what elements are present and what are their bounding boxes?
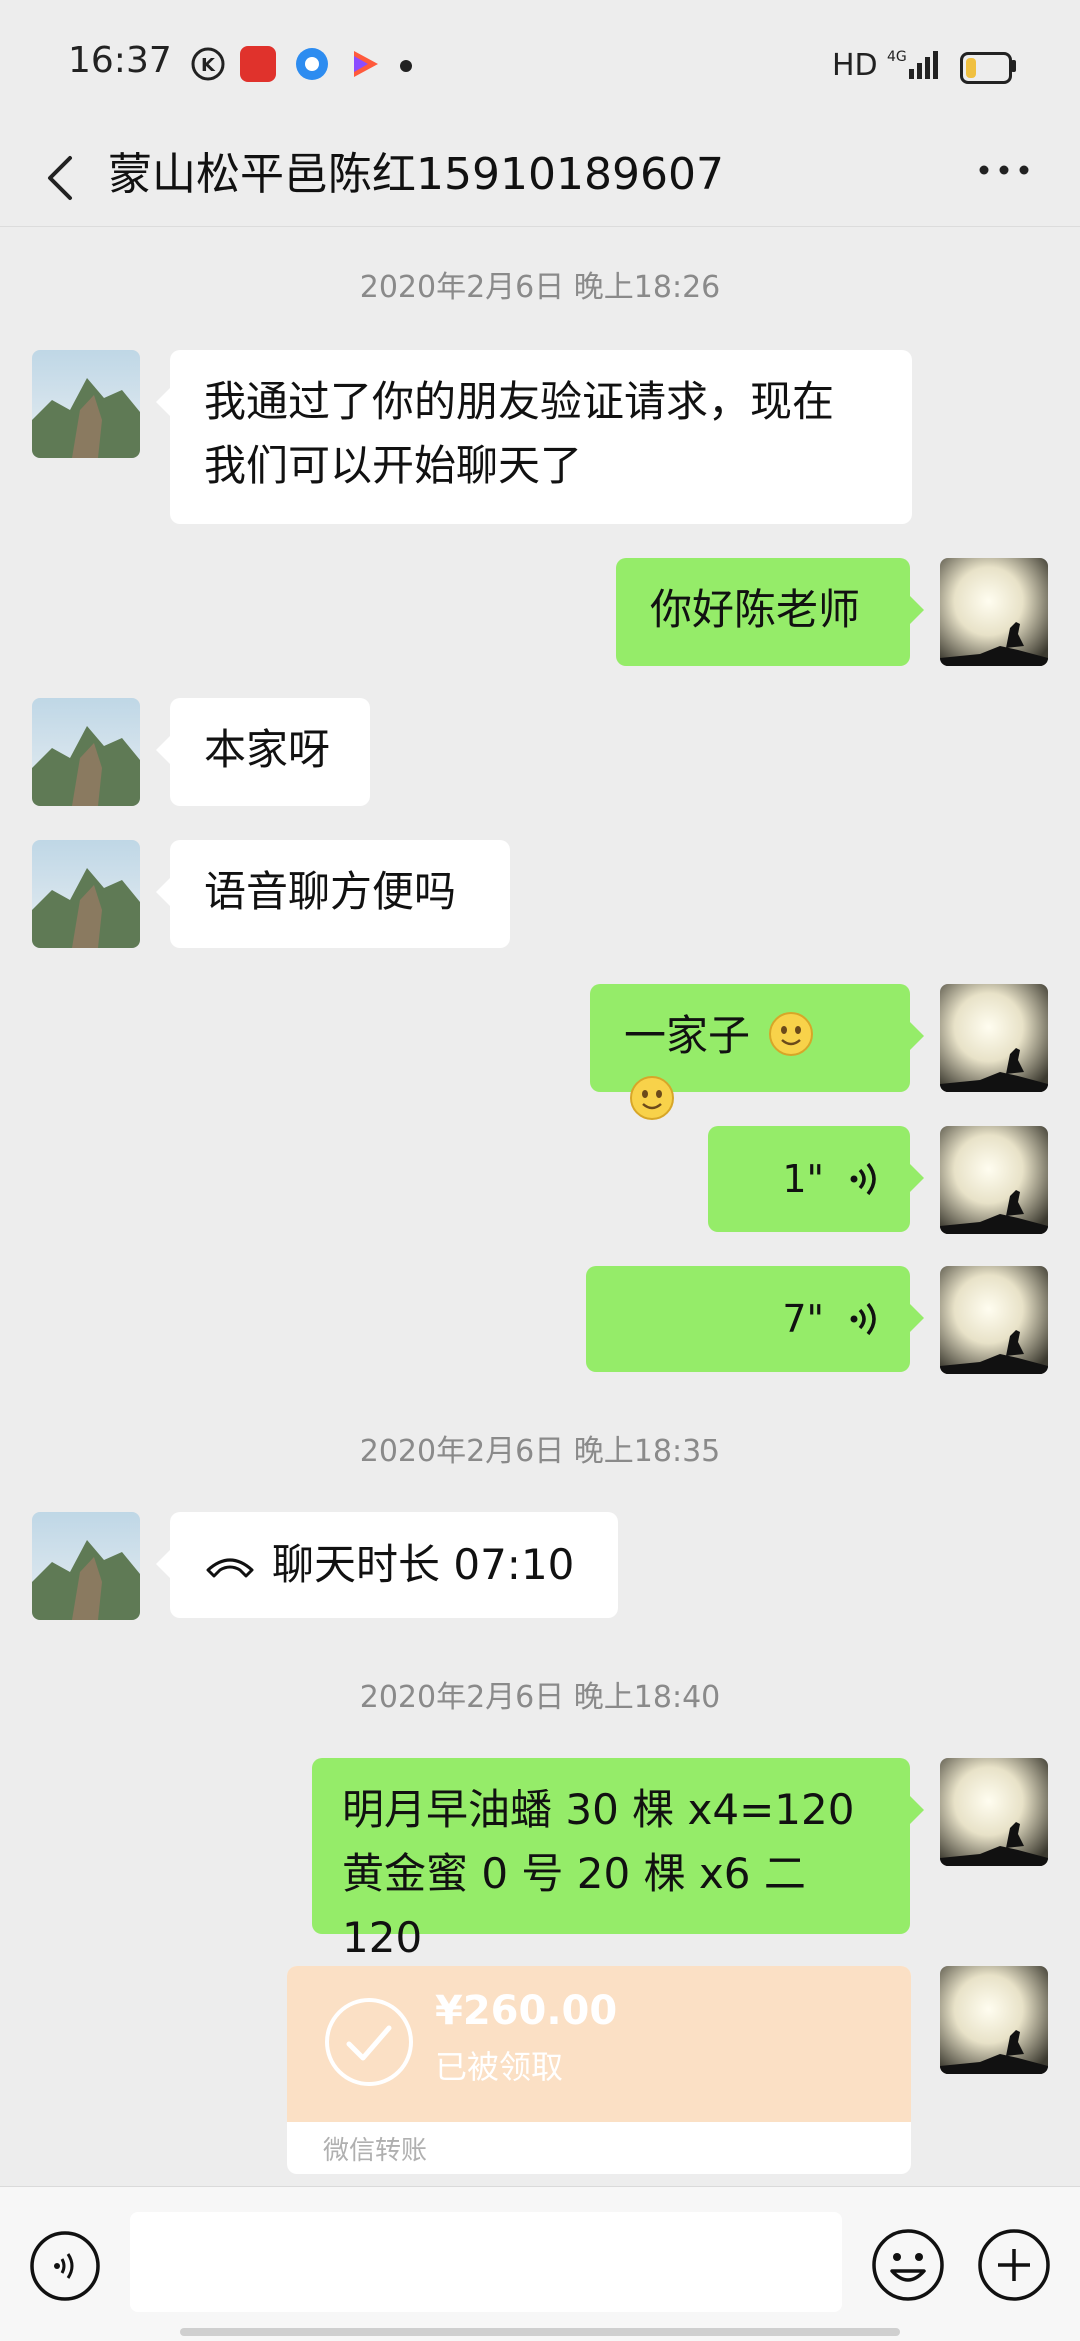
voice-wave-icon — [850, 1302, 876, 1336]
message-input[interactable] — [130, 2212, 842, 2312]
voice-input-icon — [30, 2231, 100, 2301]
transfer-amount: ¥260.00 — [435, 1988, 618, 2034]
back-button[interactable] — [28, 138, 98, 218]
notification-dot-icon — [400, 60, 412, 72]
message-text-line: 明月早油蟠 30 棵 x4=120 — [342, 1785, 855, 1834]
timestamp: 2020年2月6日 晚上18:35 — [359, 1434, 721, 1469]
contact-avatar[interactable] — [32, 350, 140, 458]
self-avatar[interactable] — [940, 1126, 1048, 1234]
message-text: 本家呀 — [204, 725, 331, 774]
message-text: 你好陈老师 — [650, 585, 861, 634]
message-bubble-sent[interactable]: 一家子 — [590, 984, 924, 1120]
status-bar: 16:37 K HD 4G — [0, 0, 1080, 130]
check-circle-icon — [325, 1998, 413, 2086]
battery-icon — [960, 52, 1012, 84]
svg-text:4G: 4G — [887, 49, 907, 65]
timestamp: 2020年2月6日 晚上18:40 — [359, 1680, 721, 1715]
self-avatar[interactable] — [940, 984, 1048, 1092]
message-text-line: 我们可以开始聊天了 — [204, 441, 583, 490]
svg-text:K: K — [201, 55, 216, 76]
wechat-transfer-card[interactable]: ¥260.00 已被领取 微信转账 — [287, 1966, 911, 2174]
smiley-emoji-icon — [630, 1076, 674, 1120]
network-hd-label: HD — [832, 48, 878, 83]
emoji-button[interactable] — [870, 2227, 946, 2303]
self-avatar[interactable] — [940, 1758, 1048, 1866]
chat-title: 蒙山松平邑陈红15910189607 — [108, 149, 724, 200]
message-bubble-sent[interactable]: 你好陈老师 — [616, 558, 924, 666]
phone-hangup-icon — [206, 1558, 254, 1578]
call-record-bubble[interactable]: 聊天时长 07:10 — [156, 1512, 618, 1618]
message-bubble-received[interactable]: 本家呀 — [156, 698, 370, 806]
app-k-icon: K — [190, 46, 226, 82]
more-button[interactable] — [970, 138, 1040, 218]
pinduoduo-icon — [240, 46, 276, 82]
emoji-icon — [872, 2229, 944, 2301]
gesture-bar[interactable] — [180, 2328, 900, 2336]
plus-icon — [978, 2229, 1050, 2301]
chat-header: 蒙山松平邑陈红15910189607 — [0, 130, 1080, 227]
message-text-line: 黄金蜜 0 号 20 棵 x6 二 120 — [342, 1849, 806, 1962]
message-text: 语音聊方便吗 — [204, 867, 457, 916]
message-bubble-received[interactable]: 我通过了你的朋友验证请求，现在 我们可以开始聊天了 — [156, 350, 912, 524]
call-duration-text: 聊天时长 07:10 — [272, 1540, 575, 1589]
self-avatar[interactable] — [940, 1966, 1048, 2074]
self-avatar[interactable] — [940, 1266, 1048, 1374]
message-text-line: 我通过了你的朋友验证请求，现在 — [204, 377, 835, 426]
chevron-left-icon — [48, 156, 72, 200]
message-text: 一家子 — [624, 1011, 751, 1060]
voice-message-bubble[interactable]: 1" — [708, 1126, 924, 1232]
voice-duration: 1" — [782, 1157, 824, 1201]
voice-message-bubble[interactable]: 7" — [586, 1266, 924, 1372]
message-bubble-sent[interactable]: 明月早油蟠 30 棵 x4=120 黄金蜜 0 号 20 棵 x6 二 120 — [312, 1758, 924, 1962]
transfer-status: 已被领取 — [435, 2048, 564, 2086]
smiley-emoji-icon — [769, 1012, 814, 1056]
transfer-footer-label: 微信转账 — [323, 2136, 428, 2166]
contact-avatar[interactable] — [32, 840, 140, 948]
contact-avatar[interactable] — [32, 1512, 140, 1620]
voice-duration: 7" — [782, 1297, 824, 1341]
browser-icon — [294, 46, 330, 82]
contact-avatar[interactable] — [32, 698, 140, 806]
signal-icon: 4G — [885, 45, 945, 89]
battery-tip — [1011, 60, 1016, 72]
chat-input-bar — [0, 2186, 1080, 2341]
self-avatar[interactable] — [940, 558, 1048, 666]
voice-wave-icon — [850, 1162, 876, 1196]
status-time: 16:37 — [68, 40, 172, 81]
video-app-icon — [346, 46, 382, 82]
transfer-card-header: ¥260.00 已被领取 — [287, 1966, 911, 2122]
timestamp: 2020年2月6日 晚上18:26 — [359, 270, 721, 305]
more-functions-button[interactable] — [976, 2227, 1052, 2303]
more-dots-icon — [979, 165, 1029, 175]
voice-input-button[interactable] — [28, 2229, 102, 2303]
message-bubble-received[interactable]: 语音聊方便吗 — [156, 840, 510, 948]
